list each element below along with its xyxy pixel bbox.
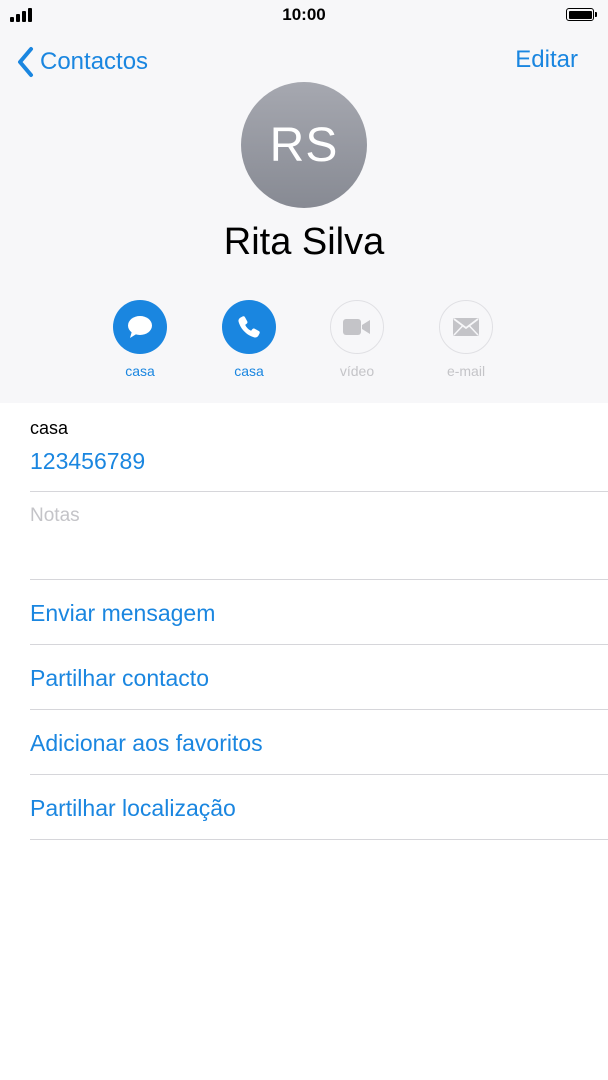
send-message-button[interactable]: Enviar mensagem [30,581,608,645]
avatar: RS [241,82,367,208]
status-time: 10:00 [282,5,326,24]
video-action-button[interactable]: vídeo [317,300,397,379]
call-action-label: casa [234,363,264,379]
add-to-favorites-button[interactable]: Adicionar aos favoritos [30,711,608,775]
back-label: Contactos [40,48,149,75]
mail-icon [453,318,479,336]
divider [30,774,608,775]
share-contact-button[interactable]: Partilhar contacto [30,646,608,710]
call-action-button[interactable]: casa [209,300,289,379]
mail-action-button[interactable]: e-mail [426,300,506,379]
share-location-button[interactable]: Partilhar localização [30,776,608,840]
contact-name: Rita Silva [223,221,385,263]
mail-action-circle[interactable] [439,300,493,354]
chevron-left-icon [18,47,33,77]
notes-field[interactable]: Notas [30,505,80,527]
divider [30,644,608,645]
contact-header: 10:00 Contactos Editar RS Rita Silva cas… [0,0,608,403]
message-icon [128,316,152,338]
video-icon [343,319,370,335]
message-action-button[interactable]: casa [100,300,180,379]
divider [30,579,608,580]
phone-icon [238,316,260,338]
call-action-circle[interactable] [222,300,276,354]
status-bar: 10:00 [0,0,608,32]
divider [30,839,608,840]
video-action-label: vídeo [339,363,375,379]
battery-icon [566,8,597,21]
mail-action-label: e-mail [446,363,486,379]
message-action-circle[interactable] [113,300,167,354]
edit-button[interactable]: Editar [515,46,578,74]
message-action-label: casa [125,363,155,379]
divider [30,709,608,710]
divider [30,491,608,492]
phone-number-link[interactable]: 123456789 [30,448,145,475]
back-button[interactable]: Contactos [16,44,148,80]
phone-type-label: casa [30,418,69,438]
video-action-circle[interactable] [330,300,384,354]
avatar-initials: RS [269,118,339,172]
